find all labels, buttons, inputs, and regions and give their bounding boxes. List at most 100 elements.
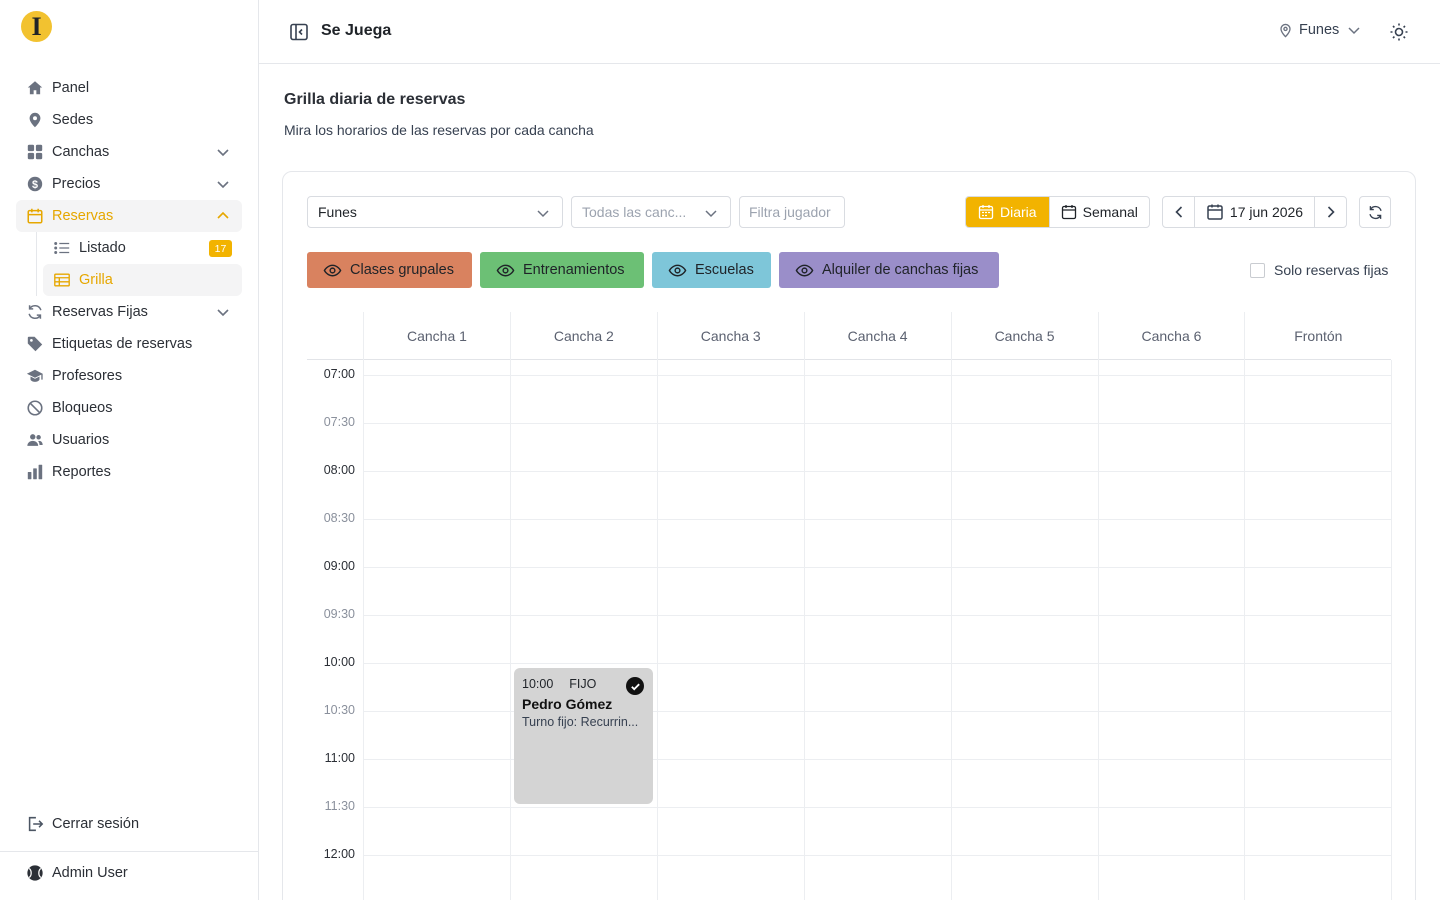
grid-row-line: [363, 471, 1391, 472]
jugador-filter-placeholder: Filtra jugador: [749, 204, 831, 220]
reservation-tag: FIJO: [569, 677, 597, 691]
reservas-subnav: Listado 17 Grilla: [36, 232, 242, 296]
grid-row-line: [363, 615, 1391, 616]
chevron-down-icon: [537, 210, 549, 218]
grid-row-line: [363, 519, 1391, 520]
sidebar-nav: Panel Sedes Canchas $ Precios Reservas L…: [16, 72, 242, 488]
sidebar-item-profesores[interactable]: Profesores: [16, 360, 242, 392]
jugador-filter-input[interactable]: Filtra jugador: [739, 196, 845, 228]
reservation-time: 10:00: [522, 677, 554, 691]
user-name: Admin User: [52, 865, 128, 881]
sidebar-item-reservas[interactable]: Reservas: [16, 200, 242, 232]
chevron-down-icon: [705, 210, 717, 218]
repeat-icon: [26, 303, 44, 321]
page-subtitle: Mira los horarios de las reservas por ca…: [284, 122, 594, 138]
sidebar-item-canchas[interactable]: Canchas: [16, 136, 242, 168]
chevron-left-icon: [1174, 206, 1182, 218]
grid-column-line: [1244, 360, 1246, 900]
dollar-icon: $: [26, 175, 44, 193]
reservation-card[interactable]: 10:00 FIJO Pedro Gómez Turno fijo: Recur…: [514, 668, 653, 804]
checkbox[interactable]: [1250, 262, 1265, 278]
logout-button[interactable]: Cerrar sesión: [26, 815, 139, 833]
sidebar-toggle-icon[interactable]: [289, 22, 309, 42]
canchas-select-placeholder: Todas las canc...: [582, 204, 687, 220]
chevron-right-icon: [1327, 206, 1335, 218]
grid-column-line: [1097, 360, 1099, 900]
grid-column-line: [509, 360, 511, 900]
date-label: 17 jun 2026: [1229, 204, 1304, 220]
next-day-button[interactable]: [1315, 197, 1346, 227]
sidebar-item-usuarios[interactable]: Usuarios: [16, 424, 242, 456]
calendar-icon: [1207, 204, 1223, 220]
location-selector[interactable]: Funes: [1278, 22, 1361, 38]
grid-row-line: [363, 375, 1391, 376]
grid-column-line: [803, 360, 805, 900]
user-menu[interactable]: Admin User: [26, 864, 128, 882]
chevron-down-icon: [217, 149, 229, 157]
canchas-select[interactable]: Todas las canc...: [571, 196, 731, 228]
sidebar-item-panel[interactable]: Panel: [16, 72, 242, 104]
time-label: 11:00: [324, 751, 355, 765]
court-header: Cancha 1: [363, 312, 510, 360]
check-circle-icon: [626, 677, 644, 695]
top-header: Se Juega Funes: [259, 0, 1440, 64]
sidebar-item-label: Listado: [79, 240, 126, 256]
grid-column-line: [1391, 360, 1393, 900]
sidebar-item-label: Etiquetas de reservas: [52, 336, 193, 352]
time-label: 10:30: [323, 703, 355, 717]
sidebar-item-listado[interactable]: Listado 17: [43, 232, 242, 264]
date-picker[interactable]: 17 jun 2026: [1194, 197, 1315, 227]
filter-alquiler-canchas-fijas[interactable]: Alquiler de canchas fijas: [779, 252, 999, 288]
filter-label: Clases grupales: [350, 262, 454, 278]
calendar-icon: [1061, 205, 1076, 220]
divider: [0, 851, 258, 852]
table-icon: [53, 271, 71, 289]
filter-entrenamientos[interactable]: Entrenamientos: [480, 252, 644, 288]
filter-escuelas[interactable]: Escuelas: [652, 252, 771, 288]
reservation-description: Turno fijo: Recurrin...: [522, 715, 639, 729]
app-logo[interactable]: I: [21, 11, 52, 42]
sidebar-item-precios[interactable]: $ Precios: [16, 168, 242, 200]
ban-icon: [26, 399, 44, 417]
filter-clases-grupales[interactable]: Clases grupales: [307, 252, 472, 288]
sidebar-item-grilla[interactable]: Grilla: [43, 264, 242, 296]
bar-chart-icon: [26, 463, 44, 481]
grid-row-line: [363, 663, 1391, 664]
grid-column-line: [950, 360, 952, 900]
solo-fijas-checkbox[interactable]: Solo reservas fijas: [1250, 262, 1388, 278]
view-daily-button[interactable]: Diaria: [966, 197, 1049, 227]
reservation-grid: Cancha 1 Cancha 2 Cancha 3 Cancha 4 Cancha 5…: [307, 312, 1393, 900]
sidebar-item-reservas-fijas[interactable]: Reservas Fijas: [16, 296, 242, 328]
sede-select[interactable]: Funes: [307, 196, 563, 228]
sidebar-item-sedes[interactable]: Sedes: [16, 104, 242, 136]
app-title: Se Juega: [321, 22, 392, 39]
grid-icon: [26, 143, 44, 161]
chevron-down-icon: [217, 181, 229, 189]
prev-day-button[interactable]: [1163, 197, 1194, 227]
time-label: 09:30: [323, 607, 355, 621]
time-label: 08:00: [323, 463, 355, 477]
time-label: 12:00: [323, 847, 355, 861]
grid-row-line: [363, 855, 1391, 856]
filter-label: Entrenamientos: [523, 262, 625, 278]
eye-icon: [668, 264, 687, 276]
grid-column-line: [656, 360, 658, 900]
sidebar-item-label: Reservas Fijas: [52, 304, 148, 320]
sun-icon[interactable]: [1389, 22, 1409, 42]
court-header: Cancha 6: [1097, 312, 1245, 360]
view-weekly-button[interactable]: Semanal: [1048, 197, 1149, 227]
page-title: Grilla diaria de reservas: [284, 91, 466, 108]
svg-text:$: $: [32, 179, 38, 191]
time-label: 07:30: [323, 415, 355, 429]
sidebar-item-label: Panel: [52, 80, 90, 96]
location-label: Funes: [1299, 22, 1340, 38]
sidebar-item-label: Canchas: [52, 144, 110, 160]
sidebar-item-label: Sedes: [52, 112, 94, 128]
sidebar-item-label: Profesores: [52, 368, 123, 384]
refresh-button[interactable]: [1359, 196, 1391, 228]
court-header: Cancha 3: [656, 312, 804, 360]
sidebar-item-etiquetas[interactable]: Etiquetas de reservas: [16, 328, 242, 360]
solo-fijas-label: Solo reservas fijas: [1274, 262, 1389, 278]
sidebar-item-reportes[interactable]: Reportes: [16, 456, 242, 488]
sidebar-item-bloqueos[interactable]: Bloqueos: [16, 392, 242, 424]
